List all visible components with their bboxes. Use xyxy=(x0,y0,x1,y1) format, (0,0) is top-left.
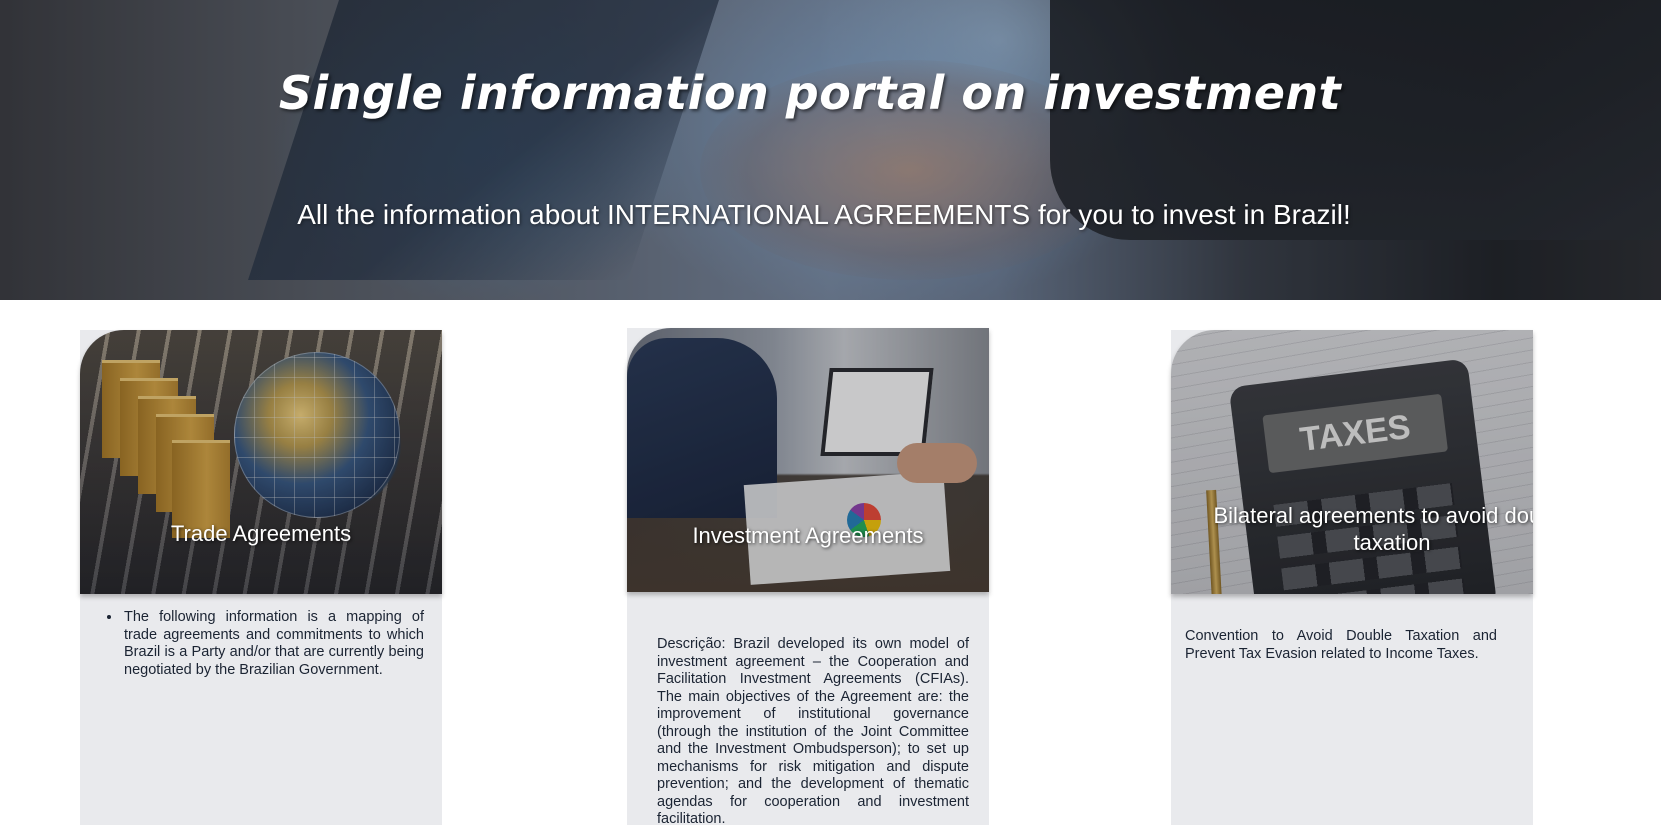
card-double-taxation[interactable]: TAXES Bilateral agreements to avoid doub… xyxy=(1171,330,1533,825)
hero-subtitle: All the information about INTERNATIONAL … xyxy=(297,199,1351,230)
card-description: Convention to Avoid Double Taxation and … xyxy=(1185,628,1497,662)
card-description: The following information is a mapping o… xyxy=(106,609,424,679)
card-title[interactable]: Bilateral agreements to avoid double tax… xyxy=(1211,502,1533,556)
shopping-bags-globe-keyboard-image[interactable]: Trade Agreements xyxy=(80,330,442,594)
hero-title: Single information portal on investment xyxy=(278,66,1342,120)
card-title[interactable]: Investment Agreements xyxy=(627,522,989,549)
card-title[interactable]: Trade Agreements xyxy=(80,520,442,547)
taxes-calculator-image[interactable]: TAXES Bilateral agreements to avoid doub… xyxy=(1171,330,1533,594)
card-investment-agreements[interactable]: Investment Agreements Descrição: Brazil … xyxy=(627,328,989,827)
card-description: Descrição: Brazil developed its own mode… xyxy=(657,636,969,827)
hero-banner: Single information portal on investment … xyxy=(0,0,1661,300)
business-meeting-charts-image[interactable]: Investment Agreements xyxy=(627,328,989,592)
hero-overlay xyxy=(0,0,1661,300)
card-trade-agreements[interactable]: Trade Agreements The following informati… xyxy=(80,330,442,825)
list-item: The following information is a mapping o… xyxy=(122,609,424,679)
